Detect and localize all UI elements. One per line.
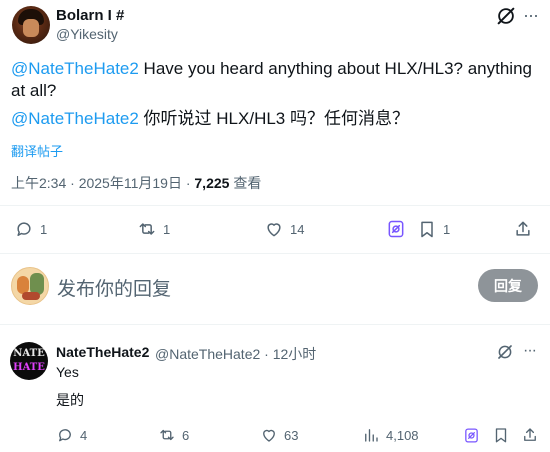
reply-like-button[interactable]: 63	[260, 426, 298, 444]
reply-bookmark-button[interactable]	[492, 426, 510, 444]
post-timestamp[interactable]: 上午2:34 · 2025年11月19日 ·	[11, 175, 194, 191]
divider	[0, 253, 550, 254]
translated-body: 你听说过 HLX/HL3 吗？任何消息？	[138, 109, 409, 128]
reply-reply-button[interactable]: 4	[56, 426, 87, 444]
reply-share-button[interactable]	[521, 426, 539, 444]
reply-author-avatar[interactable]: NATE HATE	[10, 342, 48, 380]
grok-analyze-icon[interactable]	[386, 219, 406, 239]
more-icon[interactable]: ···	[523, 342, 537, 360]
grok-icon[interactable]	[496, 343, 514, 361]
reply-repost-button[interactable]: 6	[158, 426, 189, 444]
repost-icon	[160, 429, 174, 441]
share-icon	[516, 221, 530, 236]
translated-text: @NateTheHate2 你听说过 HLX/HL3 吗？任何消息？	[11, 108, 539, 130]
author-name[interactable]: Bolarn I #	[56, 7, 124, 24]
reply-input[interactable]: 发布你的回复	[57, 274, 171, 301]
like-icon	[263, 429, 275, 442]
like-icon	[267, 223, 281, 237]
reply-author-meta[interactable]: @NateTheHate2 · 12小时	[155, 344, 316, 364]
post-meta: 上午2:34 · 2025年11月19日 · 7,225 查看	[11, 173, 261, 193]
reply-like-count: 63	[284, 427, 299, 443]
reply-icon	[17, 222, 31, 236]
author-handle[interactable]: @Yikesity	[56, 26, 118, 42]
bookmark-count: 1	[443, 221, 451, 237]
reply-views-button[interactable]: 4,108	[362, 426, 419, 444]
like-button[interactable]: 14	[264, 219, 304, 239]
bookmark-icon	[421, 221, 433, 238]
divider	[0, 324, 550, 325]
reply-icon	[59, 429, 71, 442]
author-avatar[interactable]	[12, 6, 50, 44]
reply-translated-text: 是的	[56, 392, 84, 408]
reply-count: 1	[40, 221, 48, 237]
bookmark-button[interactable]: 1	[417, 219, 450, 239]
repost-button[interactable]: 1	[137, 219, 170, 239]
repost-count: 1	[163, 221, 171, 237]
divider	[0, 205, 550, 206]
views-count: 7,225	[194, 175, 230, 191]
like-count: 14	[290, 221, 305, 237]
more-icon[interactable]: ···	[523, 5, 539, 26]
share-icon	[524, 428, 536, 441]
views-icon	[365, 429, 378, 442]
mention-link[interactable]: @NateTheHate2	[11, 59, 139, 78]
user-avatar[interactable]	[11, 267, 49, 305]
tweet-text: @NateTheHate2 Have you heard anything ab…	[11, 58, 539, 102]
reply-button[interactable]: 1	[14, 219, 47, 239]
reply-text: Yes	[56, 364, 79, 380]
reply-views-count: 4,108	[386, 427, 419, 443]
bookmark-icon	[495, 428, 507, 443]
translate-post-link[interactable]: 翻译帖子	[11, 141, 63, 160]
reply-author-name[interactable]: NateTheHate2	[56, 344, 149, 360]
views-label: 查看	[229, 175, 262, 191]
repost-icon	[139, 223, 155, 235]
reply-repost-count: 6	[182, 427, 190, 443]
share-button[interactable]	[513, 219, 533, 239]
reply-reply-count: 4	[80, 427, 88, 443]
grok-icon[interactable]	[495, 5, 517, 27]
grok-analyze-icon[interactable]	[463, 427, 480, 444]
translated-mention-link[interactable]: @NateTheHate2	[11, 109, 139, 128]
reply-submit-button[interactable]: 回复	[478, 269, 538, 302]
